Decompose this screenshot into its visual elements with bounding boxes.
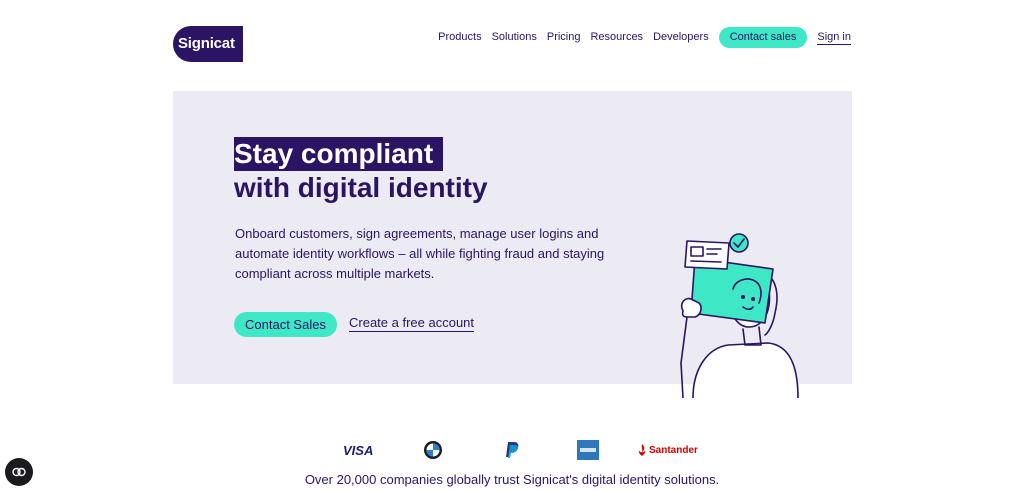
person-holding-id-icon <box>680 233 799 398</box>
trust-statement: Over 20,000 companies globally trust Sig… <box>304 472 720 487</box>
nav-resources[interactable]: Resources <box>590 31 643 43</box>
cookie-settings-button[interactable] <box>5 458 33 486</box>
nav-pricing[interactable]: Pricing <box>547 31 581 43</box>
santander-text: Santander <box>649 444 698 456</box>
hero-contact-sales-button[interactable]: Contact Sales <box>234 312 337 337</box>
nav-products[interactable]: Products <box>438 31 481 43</box>
hero-description: Onboard customers, sign agreements, mana… <box>235 226 605 281</box>
main-nav: Products Solutions Pricing Resources Dev… <box>438 26 851 48</box>
hero-title-rest: with digital identity <box>234 172 488 203</box>
cookie-settings-icon <box>12 467 26 477</box>
logo-text: Signicat <box>178 35 235 52</box>
create-free-account-link[interactable]: Create a free account <box>349 315 475 332</box>
visa-logo: VISA <box>343 442 374 458</box>
hero-section: Stay compliant with digital identity Onb… <box>173 91 852 398</box>
santander-logo: Santander <box>637 438 698 462</box>
client-logos: VISA Santander <box>335 438 705 462</box>
signicat-logo[interactable]: Signicat <box>173 26 243 62</box>
contact-sales-button[interactable]: Contact sales <box>718 26 808 48</box>
nav-solutions[interactable]: Solutions <box>492 31 537 43</box>
paypal-logo-icon <box>503 438 521 462</box>
nav-developers[interactable]: Developers <box>653 31 709 43</box>
sign-in-link[interactable]: Sign in <box>817 30 851 45</box>
hero-title: Stay compliant with digital identity <box>234 137 488 205</box>
bmw-logo-icon <box>423 438 443 462</box>
hero-title-highlight: Stay compliant <box>234 137 444 171</box>
santander-flame-icon <box>638 444 646 456</box>
amex-logo-icon <box>577 438 599 462</box>
